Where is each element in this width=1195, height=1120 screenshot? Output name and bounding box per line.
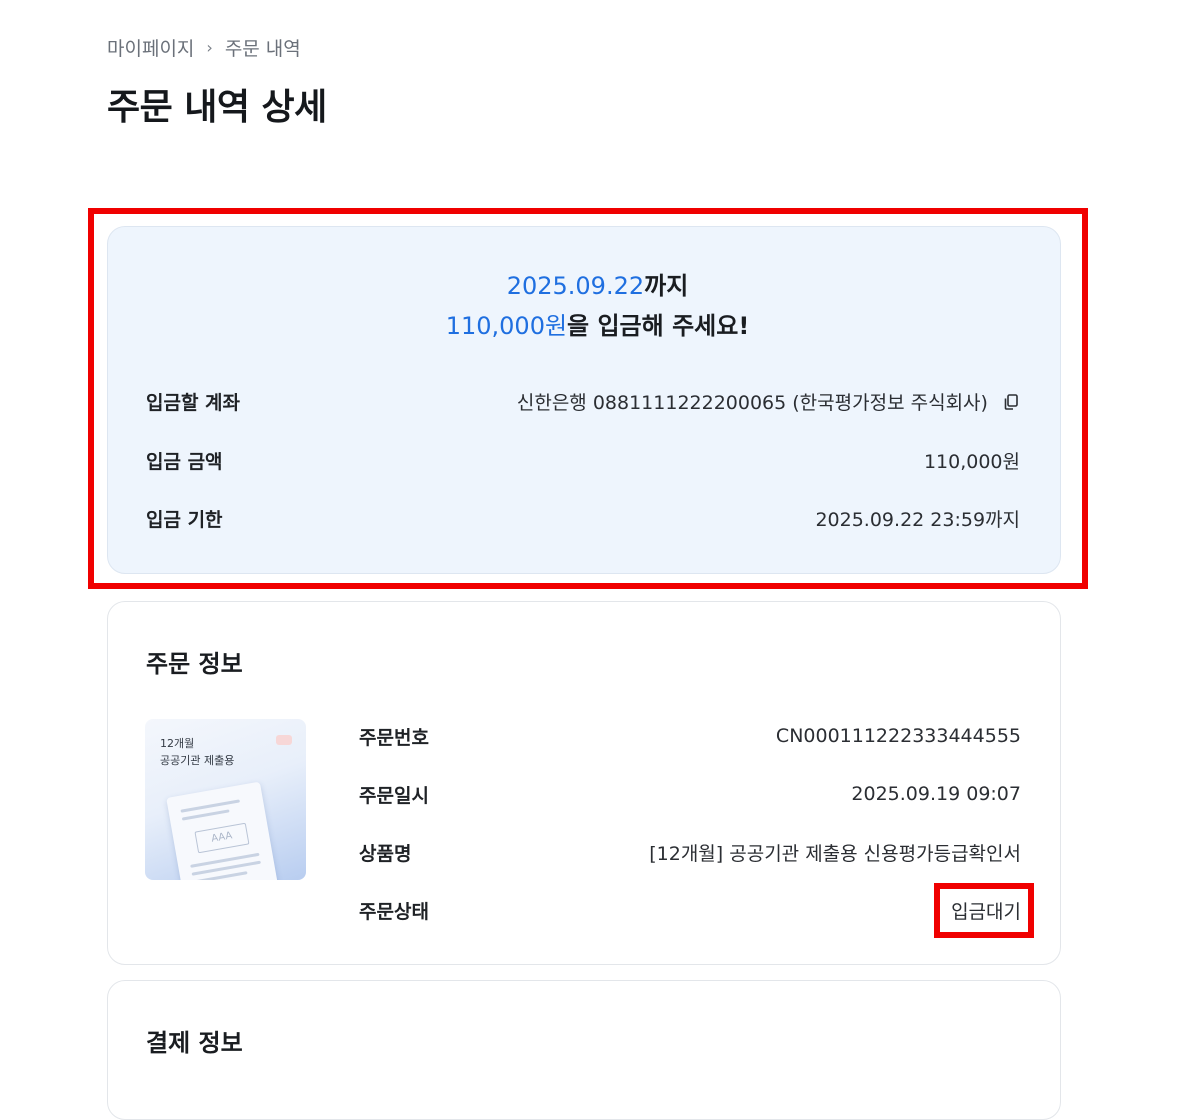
deposit-row-deadline: 입금 기한 2025.09.22 23:59까지 xyxy=(146,503,1020,533)
deposit-headline: 2025.09.22까지 110,000원을 입금해 주세요! xyxy=(0,266,1195,346)
breadcrumb-mypage[interactable]: 마이페이지 xyxy=(107,34,194,61)
deposit-row-amount: 입금 금액 110,000원 xyxy=(146,445,1020,475)
thumbnail-badge xyxy=(276,735,292,745)
deposit-amount-highlight: 110,000원 xyxy=(445,312,568,340)
copy-icon[interactable] xyxy=(1002,393,1020,411)
document-illustration: AAA xyxy=(166,781,279,880)
deposit-amount-suffix: 을 입금해 주세요! xyxy=(567,312,750,340)
order-status-value: 입금대기 xyxy=(951,900,1021,923)
document-aaa-label: AAA xyxy=(194,822,250,854)
breadcrumb-order-history[interactable]: 주문 내역 xyxy=(225,34,301,61)
order-row-datetime: 주문일시 2025.09.19 09:07 xyxy=(359,779,1021,809)
deposit-amount-label: 입금 금액 xyxy=(146,450,223,473)
deposit-row-account: 입금할 계좌 신한은행 0881111222200065 (한국평가정보 주식회… xyxy=(146,386,1020,416)
deposit-deadline-value: 2025.09.22 23:59까지 xyxy=(815,508,1020,531)
order-status-label: 주문상태 xyxy=(359,900,429,923)
order-datetime-label: 주문일시 xyxy=(359,784,429,807)
thumbnail-line1: 12개월 xyxy=(160,737,195,750)
page-title: 주문 내역 상세 xyxy=(107,87,327,128)
breadcrumb: 마이페이지 › 주문 내역 xyxy=(107,34,301,61)
chevron-right-icon: › xyxy=(206,38,213,57)
deposit-deadline-label: 입금 기한 xyxy=(146,508,223,531)
deposit-account-text: 신한은행 0881111222200065 (한국평가정보 주식회사) xyxy=(516,391,988,414)
payment-info-title: 결제 정보 xyxy=(146,1029,243,1057)
deposit-deadline-suffix: 까지 xyxy=(644,272,689,300)
thumbnail-caption: 12개월 공공기관 제출용 xyxy=(160,735,234,769)
deposit-deadline-line: 2025.09.22까지 xyxy=(0,266,1195,306)
order-row-status: 주문상태 입금대기 xyxy=(359,895,1021,925)
product-name-value: [12개월] 공공기관 제출용 신용평가등급확인서 xyxy=(649,842,1021,865)
order-number-value: CN000111222333444555 xyxy=(775,725,1021,747)
deposit-account-value: 신한은행 0881111222200065 (한국평가정보 주식회사) xyxy=(517,388,1020,415)
product-thumbnail: 12개월 공공기관 제출용 AAA xyxy=(145,719,306,880)
deposit-deadline-date: 2025.09.22 xyxy=(506,272,645,300)
deposit-account-label: 입금할 계좌 xyxy=(146,391,241,414)
order-datetime-value: 2025.09.19 09:07 xyxy=(851,783,1021,805)
payment-info-card xyxy=(107,980,1061,1120)
deposit-amount-value: 110,000원 xyxy=(923,450,1020,473)
product-name-label: 상품명 xyxy=(359,842,412,865)
order-row-product: 상품명 [12개월] 공공기관 제출용 신용평가등급확인서 xyxy=(359,837,1021,867)
order-number-label: 주문번호 xyxy=(359,726,429,749)
thumbnail-line2: 공공기관 제출용 xyxy=(160,754,235,767)
order-row-number: 주문번호 CN000111222333444555 xyxy=(359,721,1021,751)
order-info-title: 주문 정보 xyxy=(146,650,243,678)
deposit-amount-line: 110,000원을 입금해 주세요! xyxy=(0,306,1195,346)
